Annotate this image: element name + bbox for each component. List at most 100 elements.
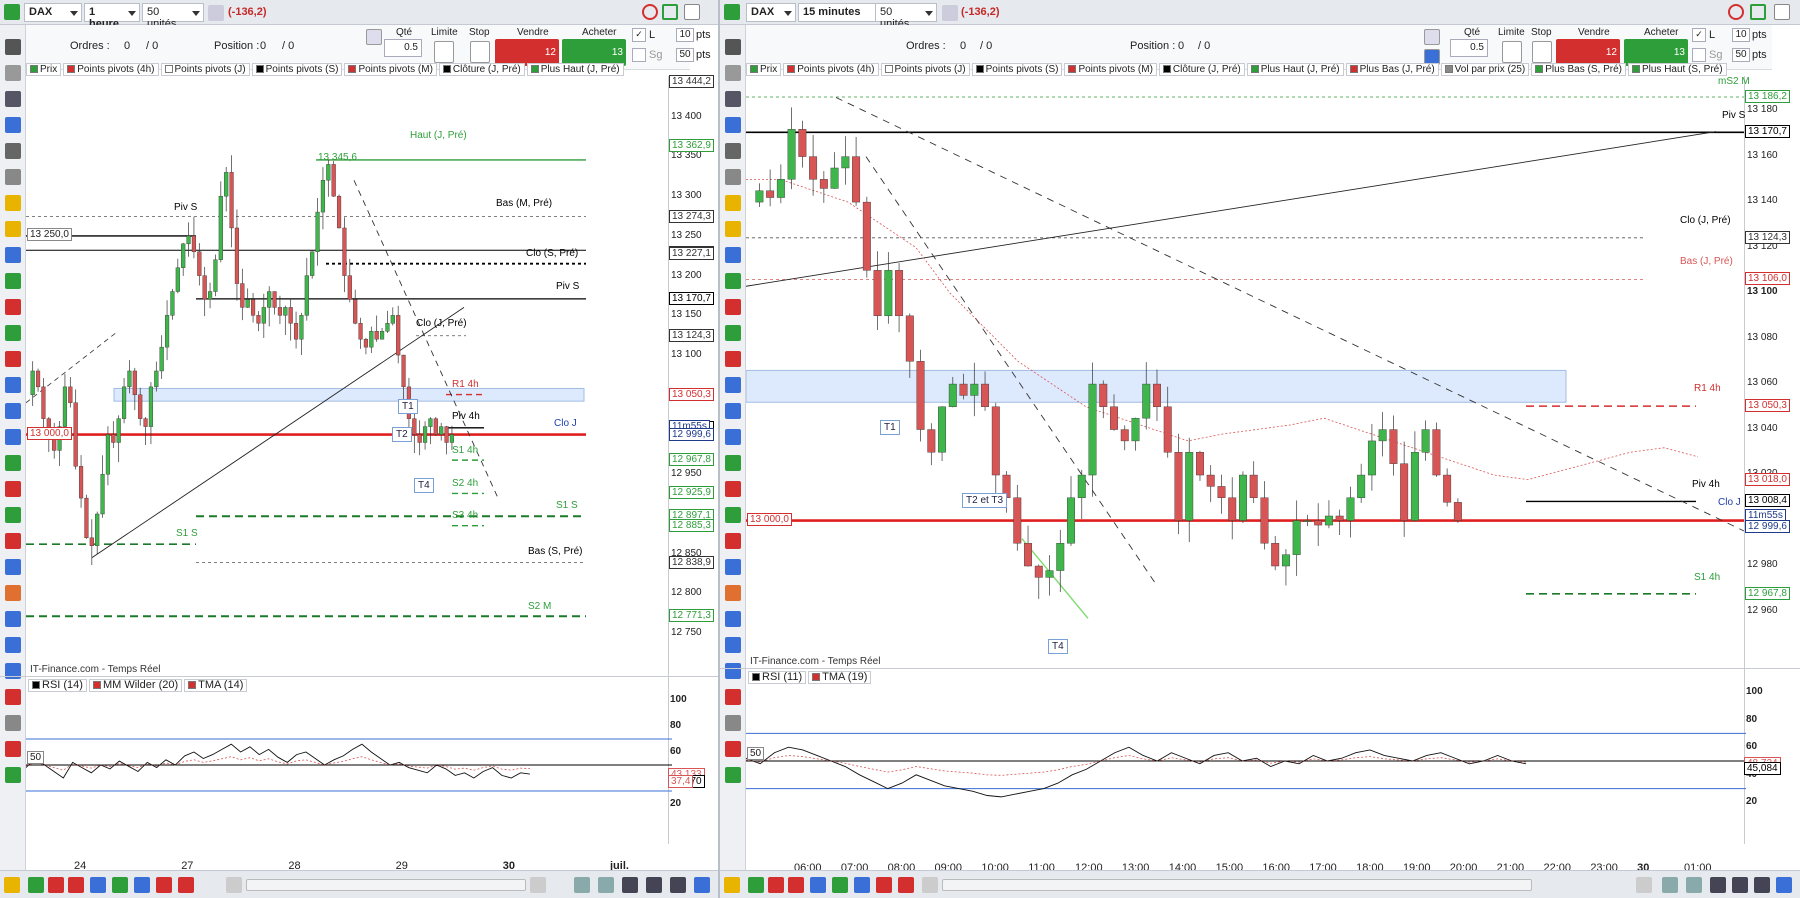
fibo-icon[interactable] [725, 403, 741, 419]
pts-input-2[interactable]: 50 [676, 48, 694, 62]
channel-icon[interactable] [5, 377, 21, 393]
fibo-icon[interactable] [5, 403, 21, 419]
magnet-icon[interactable] [725, 689, 741, 705]
toggle-icon[interactable] [942, 5, 958, 21]
stop-button[interactable] [470, 41, 490, 63]
left-timeframe-dropdown[interactable]: 1 heure [84, 3, 140, 30]
qty-input[interactable]: 0.5 [1450, 39, 1488, 57]
toggle-icon[interactable] [208, 5, 224, 21]
pattern-icon[interactable] [725, 741, 741, 757]
bell-icon[interactable] [5, 221, 21, 237]
buy-button[interactable]: 13 000,5 [562, 39, 626, 91]
legend-item[interactable]: Points pivots (M) [1064, 63, 1157, 76]
arrow-down-icon[interactable] [5, 481, 21, 497]
compare-icon[interactable] [898, 877, 914, 893]
pencil-icon[interactable] [725, 39, 741, 55]
legend-item[interactable]: Prix [746, 63, 782, 76]
line-green-icon[interactable] [5, 273, 21, 289]
line-red-icon[interactable] [725, 299, 741, 315]
zoom-out-icon[interactable] [1710, 877, 1726, 893]
zoom-icon[interactable] [725, 91, 741, 107]
settings-icon[interactable] [366, 29, 382, 45]
arrow-up-icon[interactable] [5, 455, 21, 471]
legend-item[interactable]: Points pivots (4h) [63, 63, 159, 76]
cross-icon[interactable] [5, 533, 21, 549]
scroll-left-icon[interactable] [226, 877, 242, 893]
legend-item[interactable]: Plus Haut (J, Pré) [1246, 63, 1344, 76]
legend-item[interactable]: Points pivots (J) [160, 63, 250, 76]
legend-item[interactable]: Points pivots (4h) [783, 63, 879, 76]
chart-type-icon[interactable] [724, 4, 740, 20]
right-units-dropdown-visible[interactable]: 50 unités [875, 3, 937, 30]
pattern-icon[interactable] [5, 741, 21, 757]
buy-button[interactable]: 13 000,5 [1624, 39, 1688, 91]
arrow-up-icon[interactable] [725, 455, 741, 471]
share-icon[interactable] [90, 877, 106, 893]
bar-chart-icon[interactable] [28, 877, 44, 893]
legend-item[interactable]: Points pivots (S) [251, 63, 343, 76]
candle-icon[interactable] [48, 877, 64, 893]
text-icon[interactable] [725, 429, 741, 445]
pts-input-1[interactable]: 10 [676, 28, 694, 42]
chart-type-icon[interactable] [4, 4, 20, 20]
channel-icon[interactable] [725, 377, 741, 393]
pts-input-1[interactable]: 10 [1732, 28, 1750, 42]
compare-icon[interactable] [178, 877, 194, 893]
trash-icon[interactable] [5, 169, 21, 185]
alert-icon[interactable] [725, 195, 741, 211]
legend-item[interactable]: Plus Bas (S, Pré) [1531, 63, 1626, 76]
ellipse-icon[interactable] [5, 585, 21, 601]
hline-green-icon[interactable] [725, 325, 741, 341]
close-panel-icon[interactable] [1774, 4, 1790, 20]
alert-icon[interactable] [5, 195, 21, 211]
magic-icon[interactable] [725, 143, 741, 159]
triangle-icon[interactable] [725, 559, 741, 575]
cross-icon[interactable] [725, 533, 741, 549]
left-units-dropdown[interactable]: 50 unités [142, 3, 204, 30]
right-price-chart[interactable] [746, 77, 1746, 657]
magnet-icon[interactable] [5, 689, 21, 705]
legend-item[interactable]: Clôture (J, Pré) [438, 63, 525, 76]
fullscreen-icon[interactable] [694, 877, 710, 893]
lock-icon[interactable] [5, 715, 21, 731]
draw-icon[interactable] [724, 877, 740, 893]
legend-item[interactable]: Clôture (J, Pré) [1158, 63, 1245, 76]
check-icon[interactable] [5, 507, 21, 523]
hline-red-icon[interactable] [725, 351, 741, 367]
right-instrument-dropdown[interactable]: DAX [746, 3, 796, 22]
legend-item[interactable]: Points pivots (J) [880, 63, 970, 76]
zoom-out-icon[interactable] [622, 877, 638, 893]
legend-item[interactable]: Vol par prix (25) [1440, 63, 1530, 76]
left-price-chart[interactable] [26, 77, 672, 657]
move-icon[interactable] [725, 117, 741, 133]
legend-item[interactable]: Plus Haut (S, Pré) [1627, 63, 1727, 76]
line-blue-icon[interactable] [725, 247, 741, 263]
cursor-icon[interactable] [5, 65, 21, 81]
move-icon[interactable] [5, 117, 21, 133]
candle-icon[interactable] [768, 877, 784, 893]
legend-item[interactable]: Prix [26, 63, 62, 76]
draw-icon[interactable] [4, 877, 20, 893]
refresh-icon[interactable] [642, 4, 658, 20]
share-icon[interactable] [810, 877, 826, 893]
rectangle-icon[interactable] [5, 611, 21, 627]
zoom-in-icon[interactable] [646, 877, 662, 893]
sell-button[interactable]: 12 997,7 [495, 39, 559, 91]
refresh-icon[interactable] [1728, 4, 1744, 20]
redo-icon[interactable] [1686, 877, 1702, 893]
zoom-in-icon[interactable] [1732, 877, 1748, 893]
window-icon[interactable] [662, 4, 678, 20]
sort-icon[interactable] [854, 877, 870, 893]
arrows-icon[interactable] [725, 767, 741, 783]
l-checkbox[interactable]: ✓ [632, 28, 646, 42]
fullscreen-icon[interactable] [1776, 877, 1792, 893]
right-rsi-chart[interactable] [746, 682, 1746, 840]
legend-item[interactable]: Plus Bas (J, Pré) [1345, 63, 1439, 76]
indicator-icon[interactable] [68, 877, 84, 893]
redo-icon[interactable] [598, 877, 614, 893]
arrow-down-icon[interactable] [725, 481, 741, 497]
sell-button[interactable]: 12 997,7 [1556, 39, 1620, 91]
legend-item[interactable]: Points pivots (M) [344, 63, 437, 76]
scroll-left-icon[interactable] [922, 877, 938, 893]
wrench-settings-icon[interactable] [1424, 29, 1440, 45]
